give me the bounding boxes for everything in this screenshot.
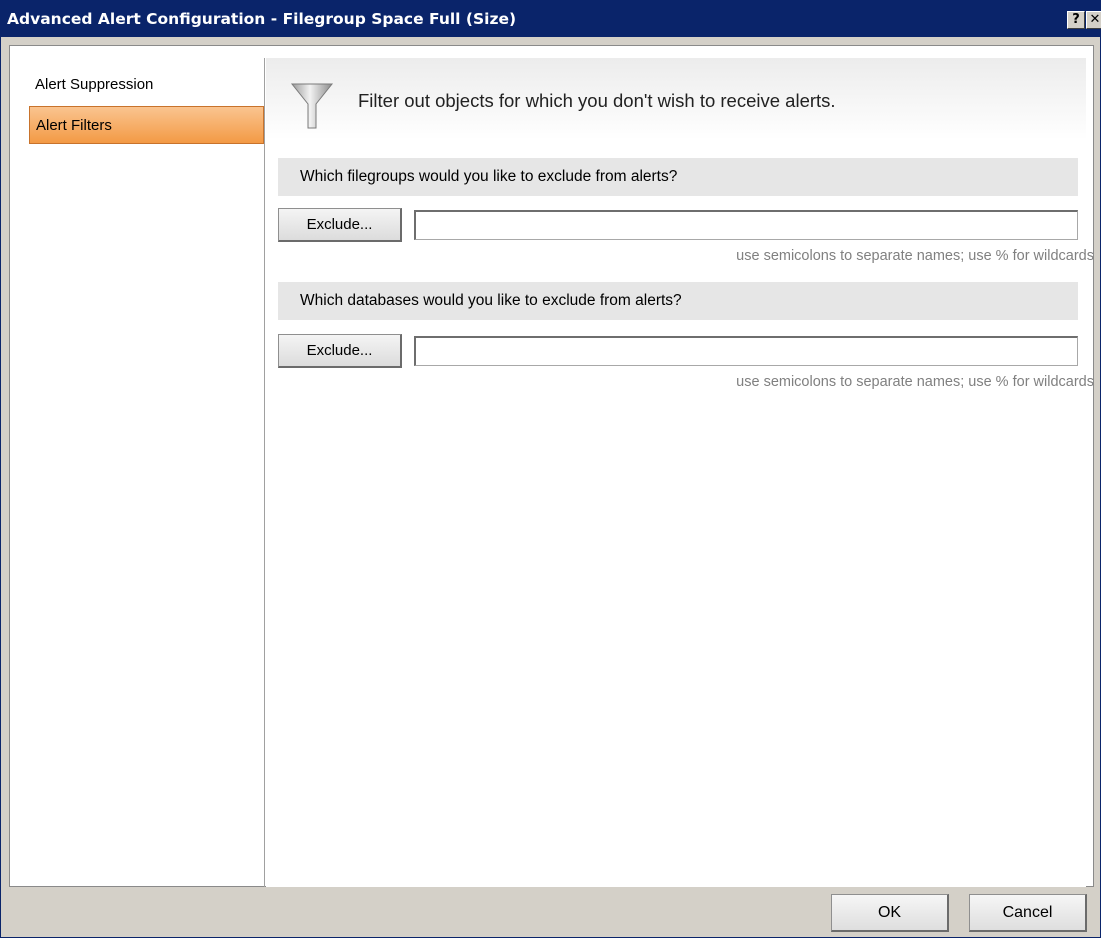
dialog-body: Alert Suppression Alert Filters Filter o…	[9, 45, 1094, 887]
databases-hint: use semicolons to separate names; use % …	[736, 374, 1094, 390]
filegroups-hint: use semicolons to separate names; use % …	[736, 248, 1094, 264]
sidebar-item-alert-suppression[interactable]: Alert Suppression	[29, 66, 264, 104]
title-bar: Advanced Alert Configuration - Filegroup…	[1, 1, 1101, 37]
filegroups-exclude-input[interactable]	[414, 210, 1078, 240]
funnel-icon	[290, 83, 334, 129]
header-text: Filter out objects for which you don't w…	[358, 90, 836, 111]
close-button[interactable]: ✕	[1086, 11, 1101, 29]
databases-exclude-input[interactable]	[414, 336, 1078, 366]
databases-question: Which databases would you like to exclud…	[278, 282, 1078, 320]
content-panel: Filter out objects for which you don't w…	[266, 58, 1094, 887]
ok-button[interactable]: OK	[831, 894, 949, 932]
help-button[interactable]: ?	[1067, 11, 1085, 29]
sidebar: Alert Suppression Alert Filters	[29, 58, 265, 887]
sidebar-item-alert-filters[interactable]: Alert Filters	[29, 106, 264, 144]
window-title: Advanced Alert Configuration - Filegroup…	[7, 10, 517, 28]
dialog-window: Advanced Alert Configuration - Filegroup…	[0, 0, 1101, 938]
filegroups-question: Which filegroups would you like to exclu…	[278, 158, 1078, 196]
cancel-button[interactable]: Cancel	[969, 894, 1087, 932]
exclude-databases-button[interactable]: Exclude...	[278, 334, 402, 368]
exclude-filegroups-button[interactable]: Exclude...	[278, 208, 402, 242]
header-banner: Filter out objects for which you don't w…	[266, 58, 1086, 140]
